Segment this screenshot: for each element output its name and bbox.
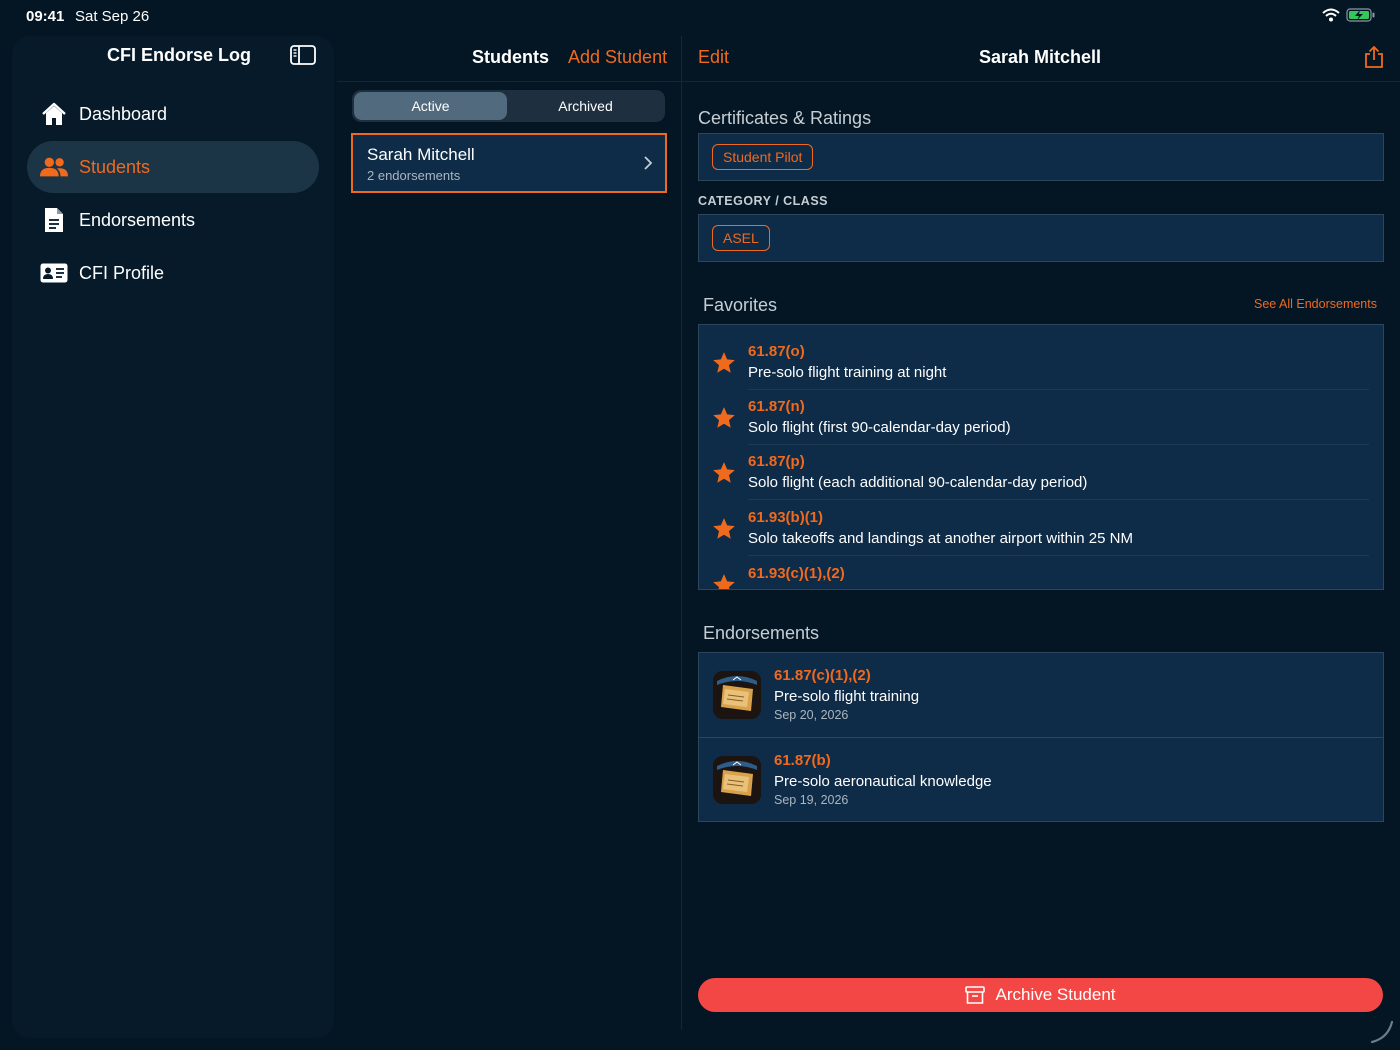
favorite-code: 61.93(b)(1) <box>748 509 824 526</box>
divider <box>337 81 681 82</box>
status-date: Sat Sep 26 <box>75 8 150 25</box>
endorsements-panel: 61.87(c)(1),(2) Pre-solo flight training… <box>698 652 1384 822</box>
see-all-endorsements-link[interactable]: See All Endorsements <box>1254 297 1377 311</box>
detail-title: Sarah Mitchell <box>978 47 1102 67</box>
favorite-description: Pre-solo flight training at night <box>748 364 947 381</box>
certificate-chip: Student Pilot <box>712 144 814 170</box>
add-student-button[interactable]: Add Student <box>568 47 667 68</box>
favorite-code: 61.87(n) <box>748 398 805 415</box>
archive-box-icon <box>965 986 986 1004</box>
favorite-description: Solo takeoffs and landings at another ai… <box>748 530 1133 547</box>
endorsement-date: Sep 19, 2026 <box>774 793 849 807</box>
status-time: 09:41 <box>26 8 65 25</box>
battery-charging-icon <box>1346 8 1375 22</box>
segment-active[interactable]: Active <box>354 92 507 120</box>
document-icon <box>40 206 68 234</box>
student-name: Sarah Mitchell <box>367 145 475 164</box>
endorsement-code: 61.87(b) <box>774 752 831 769</box>
sidebar-toggle-icon[interactable] <box>290 45 316 65</box>
chevron-right-icon <box>644 156 653 170</box>
divider <box>682 81 1400 82</box>
category-class-heading: CATEGORY / CLASS <box>698 194 829 208</box>
endorsement-date: Sep 20, 2026 <box>774 708 849 722</box>
wifi-icon <box>1322 8 1340 22</box>
favorite-code: 61.87(o) <box>748 343 805 360</box>
endorsement-row[interactable]: 61.87(c)(1),(2) Pre-solo flight training… <box>699 653 1383 736</box>
favorite-item[interactable]: 61.87(o) Pre-solo flight training at nig… <box>699 335 1383 390</box>
favorite-item[interactable]: 61.87(p) Solo flight (each additional 90… <box>699 445 1383 500</box>
favorite-item[interactable]: 61.87(n) Solo flight (first 90-calendar-… <box>699 390 1383 445</box>
archive-student-label: Archive Student <box>995 985 1116 1004</box>
category-chip: ASEL <box>712 225 770 251</box>
endorsement-app-icon <box>713 756 761 804</box>
star-icon[interactable] <box>711 572 737 590</box>
people-icon <box>40 153 68 181</box>
divider <box>748 499 1369 500</box>
sidebar-item-label: Students <box>79 156 151 177</box>
segment-archived[interactable]: Archived <box>509 92 662 120</box>
favorite-item[interactable]: 61.93(c)(1),(2) <box>699 557 1383 590</box>
endorsement-description: Pre-solo flight training <box>774 688 920 705</box>
students-title: Students <box>472 47 550 67</box>
favorite-description: Solo flight (each additional 90-calendar… <box>748 474 1088 491</box>
category-panel: ASEL <box>698 214 1384 262</box>
favorite-description: Solo flight (first 90-calendar-day perio… <box>748 419 1011 436</box>
endorsements-heading: Endorsements <box>703 623 820 643</box>
student-row[interactable]: Sarah Mitchell 2 endorsements <box>351 133 667 193</box>
column-divider <box>681 36 682 1030</box>
id-card-icon <box>40 259 68 287</box>
star-icon[interactable] <box>711 350 737 376</box>
archive-student-button[interactable]: Archive Student <box>698 978 1383 1012</box>
resize-handle-icon[interactable] <box>1368 1018 1396 1046</box>
favorite-item[interactable]: 61.93(b)(1) Solo takeoffs and landings a… <box>699 501 1383 556</box>
sidebar-item-endorsements[interactable]: Endorsements <box>27 194 319 246</box>
edit-button[interactable]: Edit <box>698 47 729 68</box>
favorites-heading: Favorites <box>703 295 778 315</box>
status-segmented-control: Active Archived <box>352 90 665 122</box>
favorite-code: 61.93(c)(1),(2) <box>748 565 845 582</box>
student-endorsement-count: 2 endorsements <box>367 168 461 183</box>
status-icons <box>1322 8 1376 22</box>
sidebar-item-cfi-profile[interactable]: CFI Profile <box>27 247 319 299</box>
favorite-code: 61.87(p) <box>748 453 805 470</box>
sidebar-item-dashboard[interactable]: Dashboard <box>27 88 319 140</box>
sidebar-item-label: Dashboard <box>79 103 168 124</box>
house-icon <box>40 100 68 128</box>
sidebar-item-label: Endorsements <box>79 209 196 230</box>
divider <box>748 555 1369 556</box>
star-icon[interactable] <box>711 516 737 542</box>
star-icon[interactable] <box>711 460 737 486</box>
certificates-heading: Certificates & Ratings <box>698 108 872 128</box>
endorsement-code: 61.87(c)(1),(2) <box>774 667 871 684</box>
certificates-panel: Student Pilot <box>698 133 1384 181</box>
favorites-panel: 61.87(o) Pre-solo flight training at nig… <box>698 324 1384 590</box>
sidebar-item-label: CFI Profile <box>79 262 165 283</box>
endorsement-description: Pre-solo aeronautical knowledge <box>774 773 992 790</box>
endorsement-row[interactable]: 61.87(b) Pre-solo aeronautical knowledge… <box>699 737 1383 821</box>
endorsement-app-icon <box>713 671 761 719</box>
share-icon[interactable] <box>1364 46 1384 68</box>
star-icon[interactable] <box>711 405 737 431</box>
sidebar-item-students[interactable]: Students <box>27 141 319 193</box>
